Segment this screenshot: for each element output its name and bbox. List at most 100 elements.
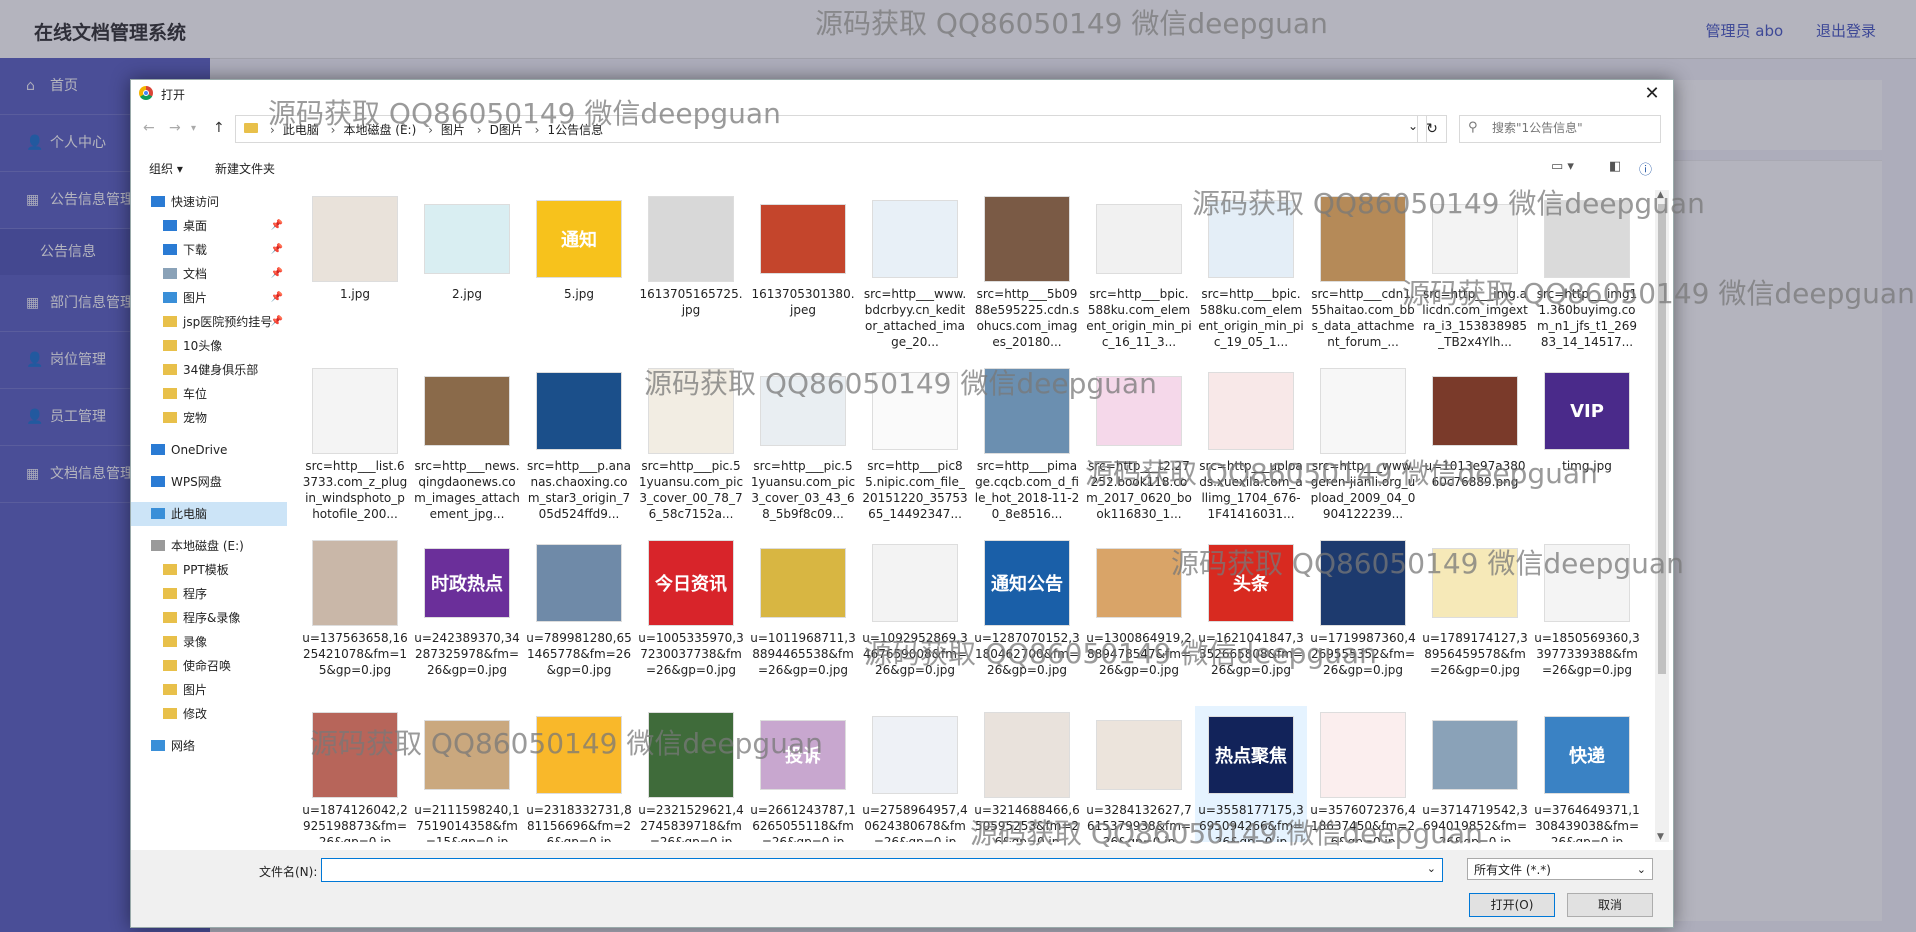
file-item[interactable]: src=http___uploads.xuexila.com_allimg_17… [1195, 362, 1307, 534]
file-item[interactable]: u=2318332731,881156696&fm=26&gp=0.jp [523, 706, 635, 842]
file-item[interactable]: u=1874126042,2925198873&fm=26&gp=0.jp [299, 706, 411, 842]
file-item[interactable]: u=2758964957,40624380678&fm=26&gp=0.jp [859, 706, 971, 842]
breadcrumb-item[interactable]: 图片 [441, 123, 465, 137]
open-button[interactable]: 打开(O) [1469, 893, 1555, 917]
up-arrow-icon[interactable]: ↑ [213, 120, 225, 136]
file-item[interactable]: src=http___cdn1.55haitao.com_bbs_data_at… [1307, 190, 1419, 362]
back-arrow-icon[interactable]: ← [143, 120, 155, 136]
vertical-scrollbar[interactable]: ▲ ▼ [1655, 190, 1669, 842]
nav-item[interactable]: 网络 [131, 734, 287, 758]
nav-item[interactable]: OneDrive [131, 438, 287, 462]
nav-item[interactable]: 图片 📌 [131, 286, 287, 310]
file-item[interactable]: 时政热点 u=242389370,34287325978&fm=26&gp=0.j… [411, 534, 523, 706]
file-item[interactable]: u=1300864919,2889478547&fm=26&gp=0.jpg [1083, 534, 1195, 706]
nav-item[interactable]: 文档 📌 [131, 262, 287, 286]
file-item[interactable]: 2.jpg [411, 190, 523, 362]
file-item[interactable]: src=http___www.geren-jianli.org_upload_2… [1307, 362, 1419, 534]
file-item[interactable]: src=http___img11.360buyimg.com_n1_jfs_t1… [1531, 190, 1643, 362]
view-options-icon[interactable]: ▭ ▾ [1551, 159, 1574, 174]
scrollbar-thumb[interactable] [1658, 204, 1666, 674]
chevron-down-icon[interactable]: ⌄ [1427, 862, 1436, 875]
file-item[interactable]: 头条 u=1621041847,3352665808&fm=26&gp=0.jpg [1195, 534, 1307, 706]
file-item[interactable]: 投诉 u=2661243787,16265055118&fm=26&gp=0.jp [747, 706, 859, 842]
file-item[interactable]: 1613705301380.jpeg [747, 190, 859, 362]
file-item[interactable]: u=1789174127,38956459578&fm=26&gp=0.jpg [1419, 534, 1531, 706]
nav-item[interactable]: 程序&录像 [131, 606, 287, 630]
file-item[interactable]: src=http___list.63733.com_z_plugin_winds… [299, 362, 411, 534]
forward-arrow-icon[interactable]: → [169, 120, 181, 136]
file-item[interactable]: src=http___www.bdcrbyy.cn_keditor_attach… [859, 190, 971, 362]
file-item[interactable]: src=http___news.qingdaonews.com_images_a… [411, 362, 523, 534]
file-item[interactable]: 热点聚焦 u=3558177175,3695094266&fm=26&gp=0.j… [1195, 706, 1307, 842]
nav-item[interactable]: jsp医院预约挂号 📌 [131, 310, 287, 334]
cancel-button[interactable]: 取消 [1567, 893, 1653, 917]
nav-item[interactable]: 程序 [131, 582, 287, 606]
file-item[interactable]: 1.jpg [299, 190, 411, 362]
nav-item[interactable]: 此电脑 [131, 502, 287, 526]
file-item[interactable]: src=http___bpic.588ku.com_element_origin… [1195, 190, 1307, 362]
file-item[interactable]: u=1013e97a38060c76889.png [1419, 362, 1531, 534]
nav-item[interactable]: 车位 [131, 382, 287, 406]
search-input[interactable] [1490, 116, 1654, 140]
file-item[interactable]: u=3714719542,3694019852&fm=26&gp=0.jp [1419, 706, 1531, 842]
nav-item[interactable]: 34健身俱乐部 [131, 358, 287, 382]
file-item[interactable]: 通知 5.jpg [523, 190, 635, 362]
file-item[interactable]: VIP timg.jpg [1531, 362, 1643, 534]
scroll-up-icon[interactable]: ▲ [1657, 190, 1664, 200]
breadcrumb-item[interactable]: 1公告信息 [547, 123, 603, 137]
nav-item[interactable]: 使命召唤 [131, 654, 287, 678]
file-item[interactable]: src=http___pic.51yuansu.com_pic3_cover_0… [635, 362, 747, 534]
nav-item[interactable]: WPS网盘 [131, 470, 287, 494]
scroll-down-icon[interactable]: ▼ [1657, 832, 1664, 842]
nav-item[interactable]: 下载 📌 [131, 238, 287, 262]
address-bar[interactable]: › 此电脑 › 本地磁盘 (E:) › 图片 › D图片 › 1公告信息 ⌄ [235, 115, 1427, 143]
file-item[interactable]: u=1850569360,33977339388&fm=26&gp=0.jpg [1531, 534, 1643, 706]
nav-item[interactable]: 快速访问 [131, 190, 287, 214]
folder-icon [163, 316, 177, 327]
file-item[interactable]: src=http___img.alicdn.com_imgextra_i3_15… [1419, 190, 1531, 362]
nav-item[interactable]: PPT模板 [131, 558, 287, 582]
file-item[interactable]: src=http___pimage.cqcb.com_d_file_hot_20… [971, 362, 1083, 534]
file-item[interactable]: u=3214688466,650595253&fm=26&gp=0.jp [971, 706, 1083, 842]
file-item[interactable]: src=http___pic.51yuansu.com_pic3_cover_0… [747, 362, 859, 534]
file-item[interactable]: 1613705165725.jpg [635, 190, 747, 362]
nav-item[interactable]: 桌面 📌 [131, 214, 287, 238]
refresh-button[interactable]: ↻ [1417, 115, 1447, 143]
nav-item[interactable]: 修改 [131, 702, 287, 726]
file-item[interactable]: u=137563658,1625421078&fm=15&gp=0.jpg [299, 534, 411, 706]
close-icon[interactable]: ✕ [1639, 82, 1665, 106]
nav-item[interactable]: 录像 [131, 630, 287, 654]
nav-item[interactable]: 本地磁盘 (E:) [131, 534, 287, 558]
preview-pane-icon[interactable]: ◧ [1609, 159, 1621, 174]
breadcrumb-item[interactable]: D图片 [490, 123, 523, 137]
file-item[interactable]: 通知公告 u=1287070152,3180462700&fm=26&gp=0.j… [971, 534, 1083, 706]
new-folder-button[interactable]: 新建文件夹 [215, 160, 275, 177]
file-item[interactable]: src=http___5b0988e595225.cdn.sohucs.com_… [971, 190, 1083, 362]
file-item[interactable]: u=2111598240,17519014358&fm=15&gp=0.jp [411, 706, 523, 842]
file-item[interactable]: u=3576072376,418637450&fm=26&gp=0.jp [1307, 706, 1419, 842]
file-item[interactable]: 快递 u=3764649371,1308439038&fm=26&gp=0.jp [1531, 706, 1643, 842]
organize-button[interactable]: 组织 ▾ [149, 160, 183, 177]
breadcrumb-item[interactable]: 此电脑 [283, 123, 319, 137]
file-item[interactable]: u=2321529621,42745839718&fm=26&gp=0.jp [635, 706, 747, 842]
file-item[interactable]: 今日资讯 u=1005335970,37230037738&fm=26&gp=0.… [635, 534, 747, 706]
help-icon[interactable]: ⓘ [1639, 159, 1652, 178]
filetype-select[interactable]: 所有文件 (*.*) ⌄ [1467, 858, 1653, 880]
nav-item[interactable]: 宠物 [131, 406, 287, 430]
nav-item[interactable]: 10头像 [131, 334, 287, 358]
file-item[interactable]: src=http___bpic.588ku.com_element_origin… [1083, 190, 1195, 362]
breadcrumb-item[interactable]: 本地磁盘 (E:) [343, 123, 416, 137]
file-item[interactable]: u=789981280,651465778&fm=26&gp=0.jpg [523, 534, 635, 706]
thumbnail-image [760, 376, 846, 446]
file-item[interactable]: src=http___p.ananas.chaoxing.com_star3_o… [523, 362, 635, 534]
file-item[interactable]: u=1011968711,38894465538&fm=26&gp=0.jpg [747, 534, 859, 706]
file-item[interactable]: src=http___pic85.nipic.com_file_20151220… [859, 362, 971, 534]
filename-input[interactable] [322, 859, 1418, 881]
file-item[interactable]: src=http___t2.27252.book118.com_2017_062… [1083, 362, 1195, 534]
file-item[interactable]: u=3284132627,7615379938&fm=26&gp=0.jp [1083, 706, 1195, 842]
file-item[interactable]: u=1092952869,3467659008&fm=26&gp=0.jpg [859, 534, 971, 706]
file-item[interactable]: u=1719987360,4269555352&fm=26&gp=0.jpg [1307, 534, 1419, 706]
recent-dropdown-icon[interactable]: ▾ [191, 123, 196, 134]
nav-item[interactable]: 图片 [131, 678, 287, 702]
